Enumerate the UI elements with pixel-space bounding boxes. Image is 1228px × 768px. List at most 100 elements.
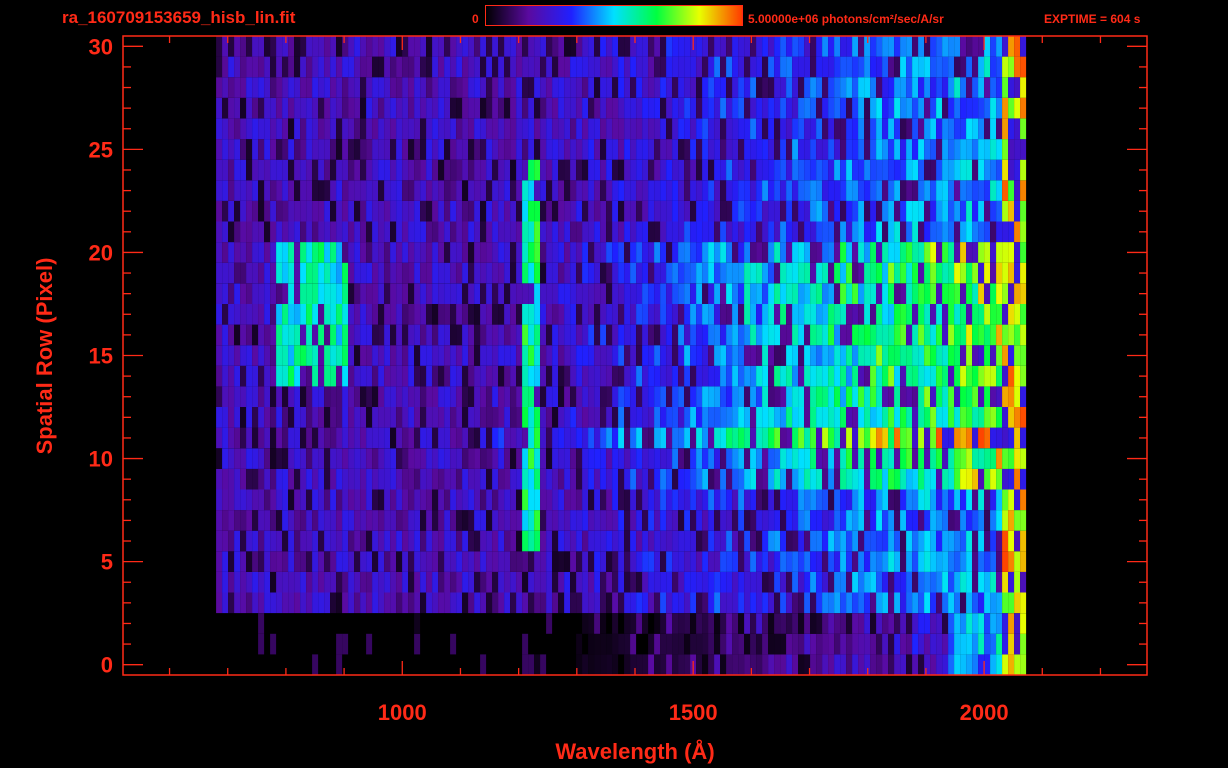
heatmap-cell <box>978 97 985 119</box>
heatmap-cell <box>462 345 469 366</box>
heatmap-cell <box>918 592 925 614</box>
heatmap-cell <box>318 386 325 407</box>
heatmap-cell <box>852 242 859 263</box>
heatmap-cell <box>660 304 667 325</box>
heatmap-cell <box>324 200 331 222</box>
heatmap-cell <box>936 324 943 346</box>
heatmap-cell <box>918 97 925 119</box>
heatmap-cell <box>600 262 607 284</box>
heatmap-cell <box>408 489 415 511</box>
heatmap-cell <box>438 386 445 407</box>
heatmap-cell <box>222 159 229 181</box>
heatmap-cell <box>522 489 529 511</box>
heatmap-cell <box>792 386 799 407</box>
heatmap-cell <box>216 97 223 119</box>
heatmap-cell <box>528 551 535 572</box>
heatmap-cell <box>414 468 421 490</box>
heatmap-cell <box>516 180 523 201</box>
heatmap-cell <box>930 571 937 593</box>
heatmap-cell <box>252 386 259 407</box>
heatmap-cell <box>240 159 247 181</box>
heatmap-cell <box>1020 118 1027 140</box>
heatmap-cell <box>288 386 295 407</box>
heatmap-cell <box>864 242 871 263</box>
heatmap-cell <box>636 613 643 634</box>
heatmap-cell <box>624 386 631 407</box>
heatmap-cell <box>792 448 799 469</box>
heatmap-cell <box>234 304 241 325</box>
heatmap-cell <box>372 221 379 243</box>
heatmap-cell <box>372 365 379 387</box>
heatmap-cell <box>702 118 709 140</box>
heatmap-cell <box>354 345 361 366</box>
heatmap-cell <box>414 36 421 57</box>
heatmap-cell <box>288 283 295 304</box>
heatmap-cell <box>372 427 379 449</box>
heatmap-cell <box>672 180 679 201</box>
heatmap-cell <box>876 489 883 511</box>
heatmap-cell <box>960 283 967 304</box>
heatmap-cell <box>834 633 841 655</box>
heatmap-cell <box>654 262 661 284</box>
heatmap-cell <box>468 386 475 407</box>
heatmap-cell <box>600 36 607 57</box>
heatmap-cell <box>1020 530 1027 552</box>
heatmap-cell <box>882 324 889 346</box>
heatmap-cell <box>420 530 427 552</box>
heatmap-cell <box>504 530 511 552</box>
heatmap-cell <box>876 530 883 552</box>
heatmap-cell <box>828 365 835 387</box>
heatmap-cell <box>882 242 889 263</box>
heatmap-cell <box>912 242 919 263</box>
heatmap-cell <box>744 427 751 449</box>
heatmap-cell <box>588 242 595 263</box>
heatmap-cell <box>276 592 283 614</box>
heatmap-cell <box>960 489 967 511</box>
heatmap-cell <box>342 139 349 160</box>
heatmap-cell <box>1002 77 1009 98</box>
heatmap-cell <box>762 200 769 222</box>
heatmap-cell <box>972 530 979 552</box>
heatmap-cell <box>972 304 979 325</box>
heatmap-cell <box>444 242 451 263</box>
heatmap-cell <box>258 118 265 140</box>
heatmap-cell <box>918 324 925 346</box>
heatmap-cell <box>306 365 313 387</box>
heatmap-cell <box>606 571 613 593</box>
heatmap-cell <box>492 262 499 284</box>
heatmap-cell <box>588 551 595 572</box>
heatmap-cell <box>444 221 451 243</box>
heatmap-cell <box>552 468 559 490</box>
heatmap-cell <box>246 304 253 325</box>
heatmap-cell <box>966 304 973 325</box>
heatmap-cell <box>912 654 919 675</box>
heatmap-cell <box>312 345 319 366</box>
heatmap-cell <box>966 654 973 675</box>
heatmap-cell <box>582 654 589 675</box>
heatmap-cell <box>288 56 295 78</box>
heatmap-cell <box>264 407 271 428</box>
heatmap-cell <box>450 530 457 552</box>
heatmap-cell <box>534 530 541 552</box>
heatmap-cell <box>930 551 937 572</box>
heatmap-image <box>216 36 1027 675</box>
heatmap-cell <box>894 530 901 552</box>
heatmap-cell <box>756 36 763 57</box>
heatmap-cell <box>774 592 781 614</box>
heatmap-cell <box>624 36 631 57</box>
heatmap-cell <box>510 551 517 572</box>
heatmap-cell <box>318 97 325 119</box>
heatmap-cell <box>840 221 847 243</box>
heatmap-cell <box>528 324 535 346</box>
heatmap-cell <box>978 324 985 346</box>
heatmap-cell <box>324 448 331 469</box>
heatmap-cell <box>942 180 949 201</box>
heatmap-cell <box>636 77 643 98</box>
heatmap-cell <box>966 468 973 490</box>
heatmap-cell <box>684 262 691 284</box>
heatmap-cell <box>876 200 883 222</box>
heatmap-cell <box>582 592 589 614</box>
heatmap-cell <box>222 468 229 490</box>
heatmap-cell <box>768 283 775 304</box>
heatmap-cell <box>228 345 235 366</box>
